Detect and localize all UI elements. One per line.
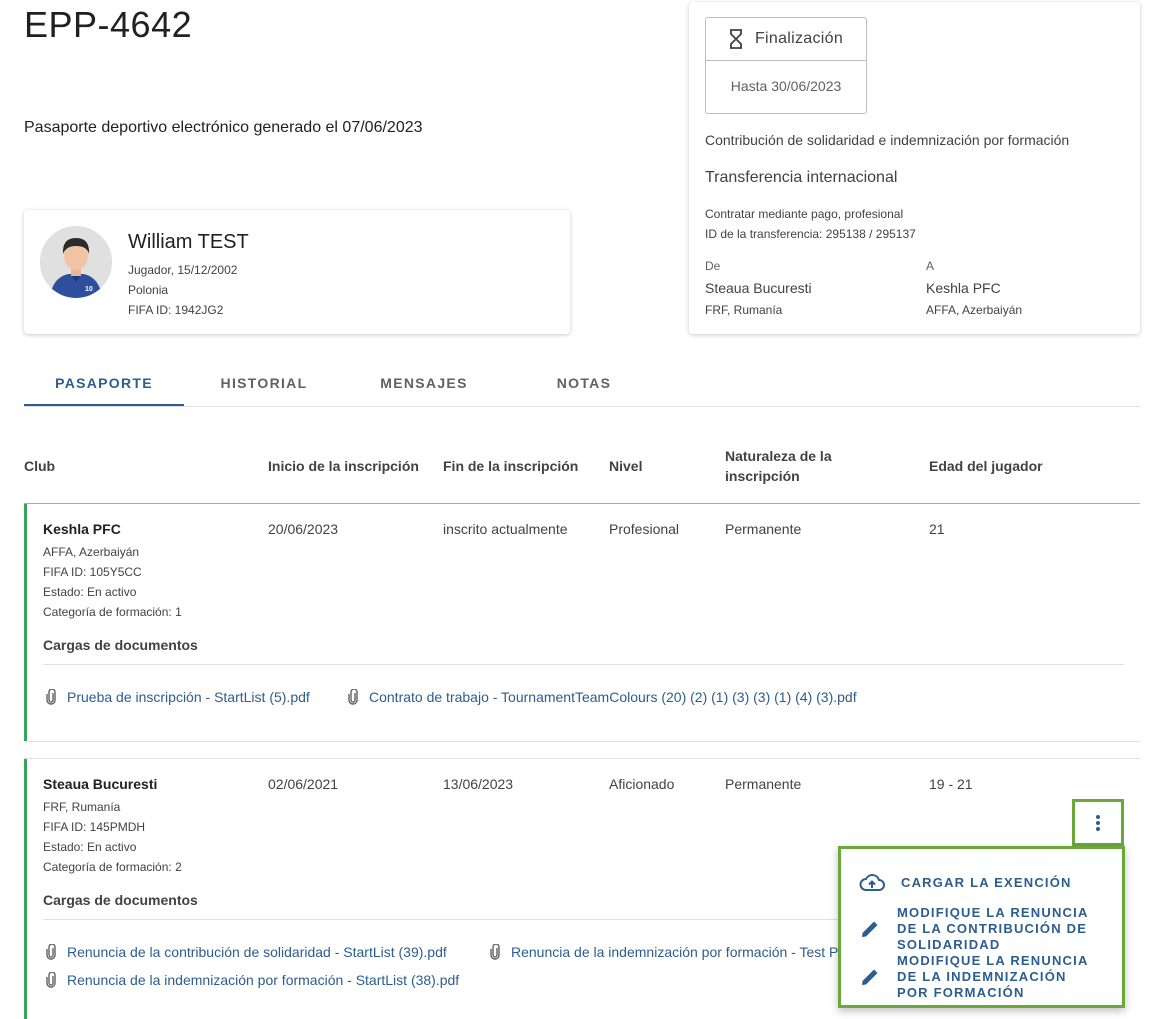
column-header-club: Club <box>24 458 56 474</box>
document-link[interactable]: Renuncia de la contribución de solidarid… <box>45 944 447 960</box>
document-link[interactable]: Prueba de inscripción - StartList (5).pd… <box>45 689 310 705</box>
paperclip-icon <box>46 944 56 960</box>
column-header-age: Edad del jugador <box>929 458 1043 474</box>
column-header-nature-line-2: inscripción <box>725 468 800 484</box>
column-header-nature: Naturaleza de la inscripción <box>725 446 832 486</box>
player-age: 19 - 21 <box>929 776 973 792</box>
club-category: Categoría de formación: 1 <box>43 605 182 619</box>
pencil-icon <box>862 969 878 985</box>
registration-level: Aficionado <box>609 776 675 792</box>
club-fifa-id: FIFA ID: 145PMDH <box>43 820 146 834</box>
menu-item-label: CARGAR LA EXENCIÓN <box>901 875 1072 890</box>
table-row: Keshla PFC AFFA, Azerbaiyán FIFA ID: 105… <box>24 504 1140 741</box>
column-header-end: Fin de la inscripción <box>443 458 579 474</box>
player-fifa-id: FIFA ID: 1942JG2 <box>128 303 224 317</box>
tab-notas[interactable]: NOTAS <box>504 360 664 406</box>
menu-item-upload-waiver[interactable]: CARGAR LA EXENCIÓN <box>859 873 1101 893</box>
club-status: Estado: En activo <box>43 840 137 854</box>
pencil-icon <box>862 921 878 937</box>
avatar: 10 <box>40 226 112 298</box>
kebab-menu-icon <box>1096 814 1100 831</box>
contract-type: Contratar mediante pago, profesional <box>705 207 904 221</box>
page-title: EPP-4642 <box>24 4 193 45</box>
registration-nature: Permanente <box>725 521 802 537</box>
club-association: FRF, Rumanía <box>43 800 121 814</box>
registration-end: inscrito actualmente <box>443 521 568 537</box>
tab-mensajes[interactable]: MENSAJES <box>344 360 504 406</box>
documents-title: Cargas de documentos <box>43 637 198 653</box>
from-label: De <box>705 259 721 273</box>
player-card: 10 William TEST Jugador, 15/12/2002 Polo… <box>24 210 570 334</box>
column-header-nature-line-1: Naturaleza de la <box>725 448 832 464</box>
tab-pasaporte[interactable]: PASAPORTE <box>24 360 184 406</box>
paperclip-icon <box>46 689 56 705</box>
from-association: FRF, Rumanía <box>705 303 783 317</box>
to-club: Keshla PFC <box>926 280 1001 296</box>
transfer-id: ID de la transferencia: 295138 / 295137 <box>705 227 916 241</box>
status-date: Hasta 30/06/2023 <box>730 78 842 94</box>
document-link[interactable]: Contrato de trabajo - TournamentTeamColo… <box>347 689 857 705</box>
menu-item-edit-solidarity-waiver[interactable]: MODIFIQUE LA RENUNCIA DE LA CONTRIBUCIÓN… <box>859 905 1097 953</box>
player-avatar-icon: 10 <box>40 226 112 298</box>
contribution-text: Contribución de solidaridad e indemnizac… <box>705 132 1070 148</box>
club-association: AFFA, Azerbaiyán <box>43 545 140 559</box>
transfer-type: Transferencia internacional <box>705 169 898 186</box>
player-role-dob: Jugador, 15/12/2002 <box>128 263 238 277</box>
document-link-label: Renuncia de la contribución de solidarid… <box>67 944 447 960</box>
tab-historial[interactable]: HISTORIAL <box>184 360 344 406</box>
more-actions-button[interactable] <box>1072 799 1124 846</box>
status-label: Finalización <box>754 30 844 47</box>
cloud-upload-icon <box>859 874 885 891</box>
documents-title: Cargas de documentos <box>43 892 198 908</box>
document-link-label: Renuncia de la indemnización por formaci… <box>67 972 460 988</box>
status-box: Finalización Hasta 30/06/2023 <box>705 17 867 114</box>
actions-menu: CARGAR LA EXENCIÓN MODIFIQUE LA RENUNCIA… <box>838 846 1125 1008</box>
registration-start: 02/06/2021 <box>268 776 339 792</box>
menu-item-edit-training-waiver[interactable]: MODIFIQUE LA RENUNCIA DE LA INDEMNIZACIÓ… <box>859 953 1097 1001</box>
row-divider <box>24 741 1140 742</box>
paperclip-icon <box>490 944 500 960</box>
club-status: Estado: En activo <box>43 585 137 599</box>
tab-bar: PASAPORTE HISTORIAL MENSAJES NOTAS <box>24 360 1140 407</box>
registration-level: Profesional <box>609 521 680 537</box>
menu-item-label: MODIFIQUE LA RENUNCIA DE LA INDEMNIZACIÓ… <box>897 953 1089 1000</box>
player-age: 21 <box>929 521 945 537</box>
hourglass-icon <box>729 29 742 49</box>
menu-item-label: MODIFIQUE LA RENUNCIA DE LA CONTRIBUCIÓN… <box>897 905 1089 952</box>
document-link-label: Contrato de trabajo - TournamentTeamColo… <box>369 689 857 705</box>
player-country: Polonia <box>128 283 169 297</box>
paperclip-icon <box>46 972 56 988</box>
document-link-label: Prueba de inscripción - StartList (5).pd… <box>67 689 310 705</box>
to-association: AFFA, Azerbaiyán <box>926 303 1023 317</box>
registration-end: 13/06/2023 <box>443 776 514 792</box>
svg-text:10: 10 <box>85 286 93 293</box>
player-name: William TEST <box>128 231 249 253</box>
paperclip-icon <box>348 689 358 705</box>
club-name: Keshla PFC <box>43 521 121 537</box>
transfer-card: Finalización Hasta 30/06/2023 Contribuci… <box>689 2 1140 334</box>
to-label: A <box>926 259 935 273</box>
documents-divider <box>43 919 838 920</box>
registration-start: 20/06/2023 <box>268 521 339 537</box>
page-subtitle: Pasaporte deportivo electrónico generado… <box>24 119 423 136</box>
club-category: Categoría de formación: 2 <box>43 860 182 874</box>
document-link[interactable]: Renuncia de la indemnización por formaci… <box>45 972 459 988</box>
documents-divider <box>43 664 1124 665</box>
active-tab-indicator <box>24 404 184 406</box>
column-header-level: Nivel <box>609 458 643 474</box>
registration-nature: Permanente <box>725 776 802 792</box>
document-link-label: Renuncia de la indemnización por formaci… <box>511 944 839 960</box>
column-header-start: Inicio de la inscripción <box>268 458 419 474</box>
club-name: Steaua Bucuresti <box>43 776 158 792</box>
from-club: Steaua Bucuresti <box>705 280 812 296</box>
document-link[interactable]: Renuncia de la indemnización por formaci… <box>489 944 838 960</box>
club-fifa-id: FIFA ID: 105Y5CC <box>43 565 142 579</box>
